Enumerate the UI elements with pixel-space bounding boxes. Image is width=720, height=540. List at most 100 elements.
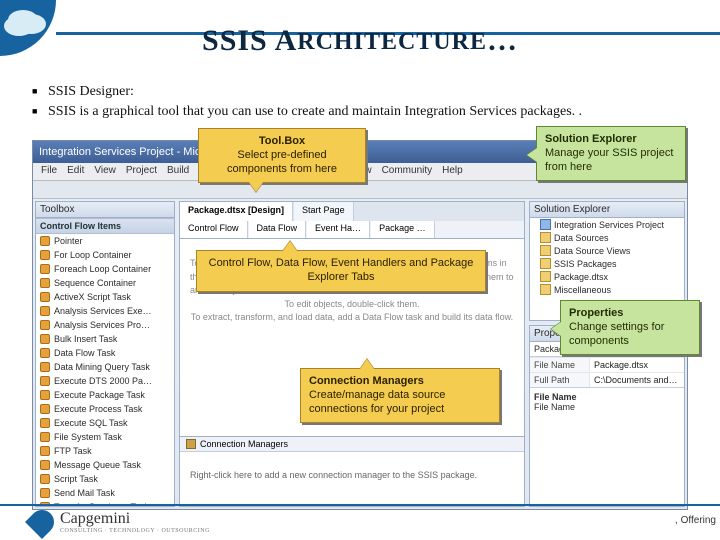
callout-body: Change settings for components	[569, 321, 664, 347]
toolbox-item[interactable]: Send Mail Task	[36, 486, 174, 500]
bullet-item: SSIS is a graphical tool that you can us…	[32, 104, 700, 120]
connection-managers-panel: Connection Managers Right-click here to …	[179, 437, 525, 507]
solution-node[interactable]: SSIS Packages	[538, 257, 684, 270]
document-tabs: Package.dtsx [Design] Start Page	[179, 201, 525, 221]
design-hint: To edit objects, double-click them.	[190, 298, 514, 312]
designer-tab-data-flow[interactable]: Data Flow	[249, 221, 307, 238]
task-icon	[40, 474, 50, 484]
task-icon	[40, 446, 50, 456]
callout-tabs: Control Flow, Data Flow, Event Handlers …	[196, 250, 486, 292]
solution-node[interactable]: Miscellaneous	[538, 283, 684, 296]
designer-tab-event-handlers[interactable]: Event Ha…	[307, 221, 370, 238]
solution-node[interactable]: Package.dtsx	[538, 270, 684, 283]
brand-tagline: CONSULTING · TECHNOLOGY · OUTSOURCING	[60, 528, 210, 534]
task-icon	[40, 460, 50, 470]
callout-properties: Properties Change settings for component…	[560, 300, 700, 355]
menu-item[interactable]: File	[41, 165, 57, 178]
callout-connections: Connection Managers Create/manage data s…	[300, 368, 500, 423]
document-tab[interactable]: Package.dtsx [Design]	[180, 202, 293, 221]
connection-managers-hint: Right-click here to add a new connection…	[180, 452, 524, 498]
toolbox-item[interactable]: Execute Process Task	[36, 402, 174, 416]
task-icon	[40, 390, 50, 400]
solution-explorer-title: Solution Explorer	[530, 202, 684, 218]
toolbox-item[interactable]: Pointer	[36, 234, 174, 248]
toolbox-section[interactable]: Control Flow Items	[36, 218, 174, 234]
callout-title: Tool.Box	[207, 135, 357, 149]
brand-name: Capgemini	[60, 510, 210, 528]
designer-tab-package-explorer[interactable]: Package …	[371, 221, 435, 238]
menu-item[interactable]: Project	[126, 165, 157, 178]
designer-tabs: Control Flow Data Flow Event Ha… Package…	[179, 221, 525, 239]
callout-body: Manage your SSIS project from here	[545, 147, 673, 173]
toolbox-item[interactable]: Execute SQL Task	[36, 416, 174, 430]
slide-title: SSIS ARCHITECTURE…	[0, 24, 720, 58]
title-part-main: SSIS A	[202, 24, 297, 57]
task-icon	[40, 362, 50, 372]
toolbox-item[interactable]: For Loop Container	[36, 248, 174, 262]
solution-node[interactable]: Data Sources	[538, 231, 684, 244]
callout-title: Properties	[569, 307, 691, 321]
slide-bullets: SSIS Designer: SSIS is a graphical tool …	[32, 80, 700, 124]
designer-tab-control-flow[interactable]: Control Flow	[180, 221, 248, 238]
toolbox-item[interactable]: Message Queue Task	[36, 458, 174, 472]
task-icon	[40, 348, 50, 358]
toolbox-item[interactable]: Foreach Loop Container	[36, 262, 174, 276]
pointer-icon	[40, 236, 50, 246]
toolbox-item[interactable]: Data Flow Task	[36, 346, 174, 360]
task-icon	[40, 320, 50, 330]
properties-grid: File NamePackage.dtsx Full PathC:\Docume…	[530, 357, 684, 387]
callout-title: Connection Managers	[309, 375, 491, 389]
task-icon	[40, 418, 50, 428]
callout-body: Select pre-defined components from here	[227, 149, 337, 175]
toolbox-item[interactable]: File System Task	[36, 430, 174, 444]
task-icon	[40, 306, 50, 316]
toolbox-item[interactable]: Execute Package Task	[36, 388, 174, 402]
design-hint: To extract, transform, and load data, ad…	[190, 311, 514, 325]
menu-item[interactable]: Edit	[67, 165, 84, 178]
toolbar[interactable]	[33, 181, 687, 199]
footer-right-text: , Offering	[675, 515, 716, 526]
toolbox-pane: Toolbox Control Flow Items Pointer For L…	[35, 201, 175, 507]
toolbox-item[interactable]: Sequence Container	[36, 276, 174, 290]
solution-node[interactable]: Data Source Views	[538, 244, 684, 257]
property-row[interactable]: Full PathC:\Documents and…	[530, 372, 684, 387]
container-icon	[40, 278, 50, 288]
container-icon	[40, 250, 50, 260]
toolbox-title: Toolbox	[36, 202, 174, 218]
callout-solution-explorer: Solution Explorer Manage your SSIS proje…	[536, 126, 686, 181]
toolbox-item[interactable]: Script Task	[36, 472, 174, 486]
menu-item[interactable]: Help	[442, 165, 463, 178]
solution-root[interactable]: Integration Services Project	[538, 218, 684, 231]
task-icon	[40, 376, 50, 386]
toolbox-item[interactable]: ActiveX Script Task	[36, 290, 174, 304]
properties-footer-desc: File Name	[534, 402, 680, 412]
property-row[interactable]: File NamePackage.dtsx	[530, 357, 684, 372]
task-icon	[40, 404, 50, 414]
connection-managers-tab[interactable]: Connection Managers	[200, 439, 288, 449]
task-icon	[40, 292, 50, 302]
footer-brand: Capgemini CONSULTING · TECHNOLOGY · OUTS…	[30, 510, 210, 534]
toolbox-item[interactable]: FTP Task	[36, 444, 174, 458]
toolbox-list: Pointer For Loop Container Foreach Loop …	[36, 234, 174, 507]
callout-body: Control Flow, Data Flow, Event Handlers …	[209, 257, 474, 283]
task-icon	[40, 488, 50, 498]
toolbox-item[interactable]: Data Mining Query Task	[36, 360, 174, 374]
menu-item[interactable]: Build	[167, 165, 189, 178]
toolbox-item[interactable]: Execute DTS 2000 Pa…	[36, 374, 174, 388]
footer-rule	[0, 504, 720, 506]
menu-item[interactable]: View	[94, 165, 116, 178]
spade-icon	[25, 505, 59, 539]
callout-body: Create/manage data source connections fo…	[309, 389, 445, 415]
title-part-tail: …	[487, 24, 518, 57]
toolbox-item[interactable]: Analysis Services Pro…	[36, 318, 174, 332]
container-icon	[40, 264, 50, 274]
link-icon	[186, 439, 196, 449]
toolbox-item[interactable]: Analysis Services Exe…	[36, 304, 174, 318]
bullet-item: SSIS Designer:	[32, 84, 700, 100]
callout-toolbox: Tool.Box Select pre-defined components f…	[198, 128, 366, 183]
toolbox-item[interactable]: Bulk Insert Task	[36, 332, 174, 346]
title-part-smallcaps: RCHITECTURE	[297, 29, 487, 55]
designer-center: Package.dtsx [Design] Start Page Control…	[179, 201, 525, 507]
document-tab[interactable]: Start Page	[294, 202, 354, 221]
menu-item[interactable]: Community	[382, 165, 433, 178]
